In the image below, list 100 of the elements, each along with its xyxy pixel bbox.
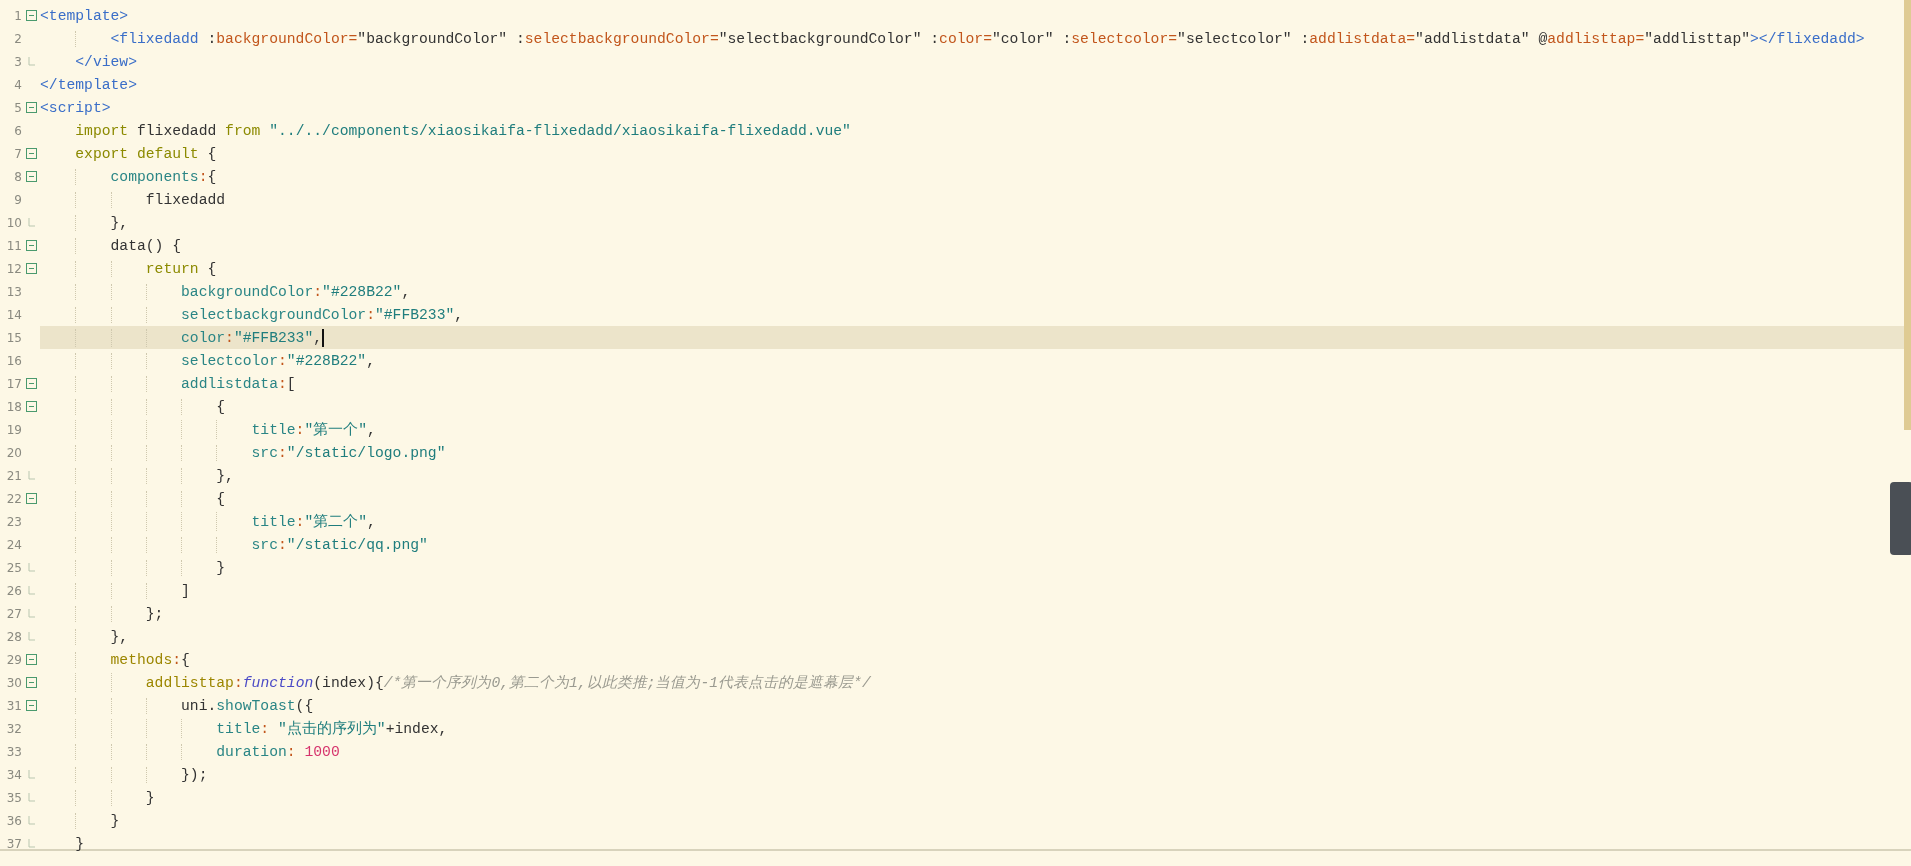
line-number: 12 <box>5 261 22 276</box>
code-token: methods <box>109 651 173 668</box>
line-number: 23 <box>5 514 22 529</box>
text-cursor <box>322 328 324 347</box>
line-number: 16 <box>5 353 22 368</box>
line-number: 25 <box>5 560 22 575</box>
code-token: <template> <box>40 7 129 24</box>
line-number: 8 <box>13 169 22 184</box>
collapse-icon[interactable] <box>25 240 37 251</box>
collapse-icon[interactable] <box>25 493 37 504</box>
code-token: : <box>286 743 296 760</box>
fold-end-icon <box>27 471 35 480</box>
code-token: : <box>172 651 182 668</box>
code-token: duration <box>215 743 287 760</box>
code-token: "第一个" <box>304 421 368 439</box>
code-token: data() { <box>109 237 182 254</box>
collapse-icon[interactable] <box>25 654 37 665</box>
line-number: 2 <box>13 31 22 46</box>
code-token: } <box>215 559 226 576</box>
code-token: src <box>250 536 278 553</box>
fold-end-icon <box>27 586 35 595</box>
code-token: : <box>278 444 287 461</box>
code-token: : <box>278 375 287 392</box>
code-token: { <box>215 490 226 507</box>
code-token: { <box>207 168 217 185</box>
line-number: 4 <box>13 77 22 92</box>
line-number: 32 <box>5 721 22 736</box>
collapse-icon[interactable] <box>25 401 37 412</box>
code-token: : <box>366 306 375 323</box>
fold-end-icon <box>27 609 35 618</box>
code-token: : <box>278 536 287 553</box>
code-token: , <box>367 513 376 530</box>
code-token: : <box>295 421 305 438</box>
collapse-icon[interactable] <box>25 171 37 182</box>
line-number: 19 <box>5 422 22 437</box>
code-token: }, <box>109 214 129 231</box>
code-token: "selectbackgroundColor" : <box>718 30 940 47</box>
code-token: +index, <box>385 720 448 737</box>
code-token: "#FFB233" <box>374 306 455 323</box>
code-token: }); <box>180 766 208 783</box>
collapse-icon[interactable] <box>25 677 37 688</box>
fold-end-icon <box>27 770 35 779</box>
code-token: : <box>233 674 243 691</box>
code-token: title <box>250 421 296 438</box>
code-token: src <box>250 444 278 461</box>
code-token: "../../components/xiaosikaifa-flixedadd/xiaosikaifa-flixedadd.vue" <box>268 122 851 139</box>
line-number: 3 <box>13 54 22 69</box>
collapse-icon[interactable] <box>25 263 37 274</box>
code-token: export default <box>74 145 199 162</box>
line-number: 15 <box>5 330 22 345</box>
collapse-icon[interactable] <box>25 102 37 113</box>
code-token: backgroundColor= <box>216 30 358 47</box>
code-token: "backgroundColor" : <box>357 30 525 47</box>
code-token: <flixedadd <box>109 30 199 47</box>
code-token: function <box>242 674 314 691</box>
code-token: "addlisttap" <box>1644 30 1751 47</box>
code-token: flixedadd <box>144 191 226 208</box>
collapse-icon[interactable] <box>25 378 37 389</box>
code-token: showToast <box>216 697 296 714</box>
code-token: selectbackgroundColor= <box>524 30 719 47</box>
code-token: } <box>74 835 85 852</box>
code-token: , <box>366 352 375 369</box>
code-token: } <box>109 812 120 829</box>
code-token: "第二个" <box>304 513 368 531</box>
code-token: } <box>144 789 155 806</box>
code-token: addlistdata= <box>1309 30 1416 47</box>
code-token: , <box>367 421 376 438</box>
fold-end-icon <box>27 57 35 66</box>
line-number: 33 <box>5 744 22 759</box>
code-token: [ <box>286 375 296 392</box>
collapse-icon[interactable] <box>25 148 37 159</box>
code-token: addlisttap= <box>1547 30 1645 47</box>
code-token: uni. <box>180 697 217 714</box>
code-token: </view> <box>74 53 137 70</box>
line-number: 37 <box>5 836 22 851</box>
code-token: "selectcolor" : <box>1177 30 1310 47</box>
code-token: : <box>198 168 208 185</box>
collapse-icon[interactable] <box>25 700 37 711</box>
line-number: 34 <box>5 767 22 782</box>
fold-end-icon <box>27 816 35 825</box>
code-token: { <box>206 145 217 162</box>
collapse-icon[interactable] <box>25 10 37 21</box>
fold-end-icon <box>27 793 35 802</box>
code-token: addlistdata <box>180 375 278 392</box>
code-token: import <box>74 122 129 139</box>
code-token: "addlistdata" @ <box>1415 30 1548 47</box>
line-number: 18 <box>5 399 22 414</box>
code-token: }; <box>144 605 164 622</box>
code-token: backgroundColor <box>180 283 314 300</box>
line-number: 5 <box>13 100 22 115</box>
scrollbar-thumb[interactable] <box>1904 0 1911 430</box>
code-token: title <box>250 513 296 530</box>
line-number: 24 <box>5 537 22 552</box>
code-token: { <box>215 398 226 415</box>
line-number: 36 <box>5 813 22 828</box>
code-token: : <box>225 329 234 346</box>
code-token: "/static/qq.png" <box>286 536 428 553</box>
code-token: "#228B22" <box>322 283 402 300</box>
code-token: { <box>206 260 217 277</box>
code-token: : <box>206 30 217 47</box>
